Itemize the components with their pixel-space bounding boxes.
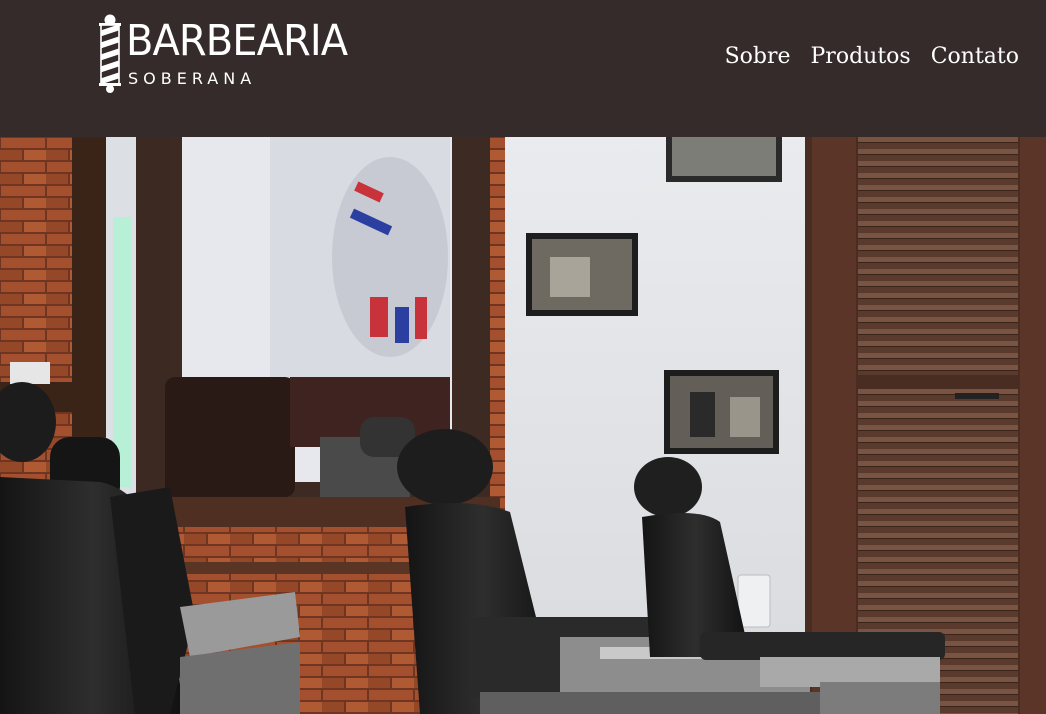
nav-link-contato[interactable]: Contato	[931, 42, 1019, 72]
brand-name: BARBEARIA	[126, 16, 348, 66]
barber-pole-icon	[99, 14, 121, 93]
main-nav: Sobre Produtos Contato	[725, 42, 1019, 72]
nav-link-sobre[interactable]: Sobre	[725, 42, 791, 72]
site-header: BARBEARIA SOBERANA Sobre Produtos Contat…	[0, 0, 1046, 137]
brand-logo[interactable]: BARBEARIA SOBERANA	[96, 14, 396, 94]
hero-image	[0, 137, 1046, 714]
nav-link-produtos[interactable]: Produtos	[811, 42, 911, 72]
brand-tagline: SOBERANA	[128, 69, 257, 88]
barbershop-photo	[0, 137, 1046, 714]
